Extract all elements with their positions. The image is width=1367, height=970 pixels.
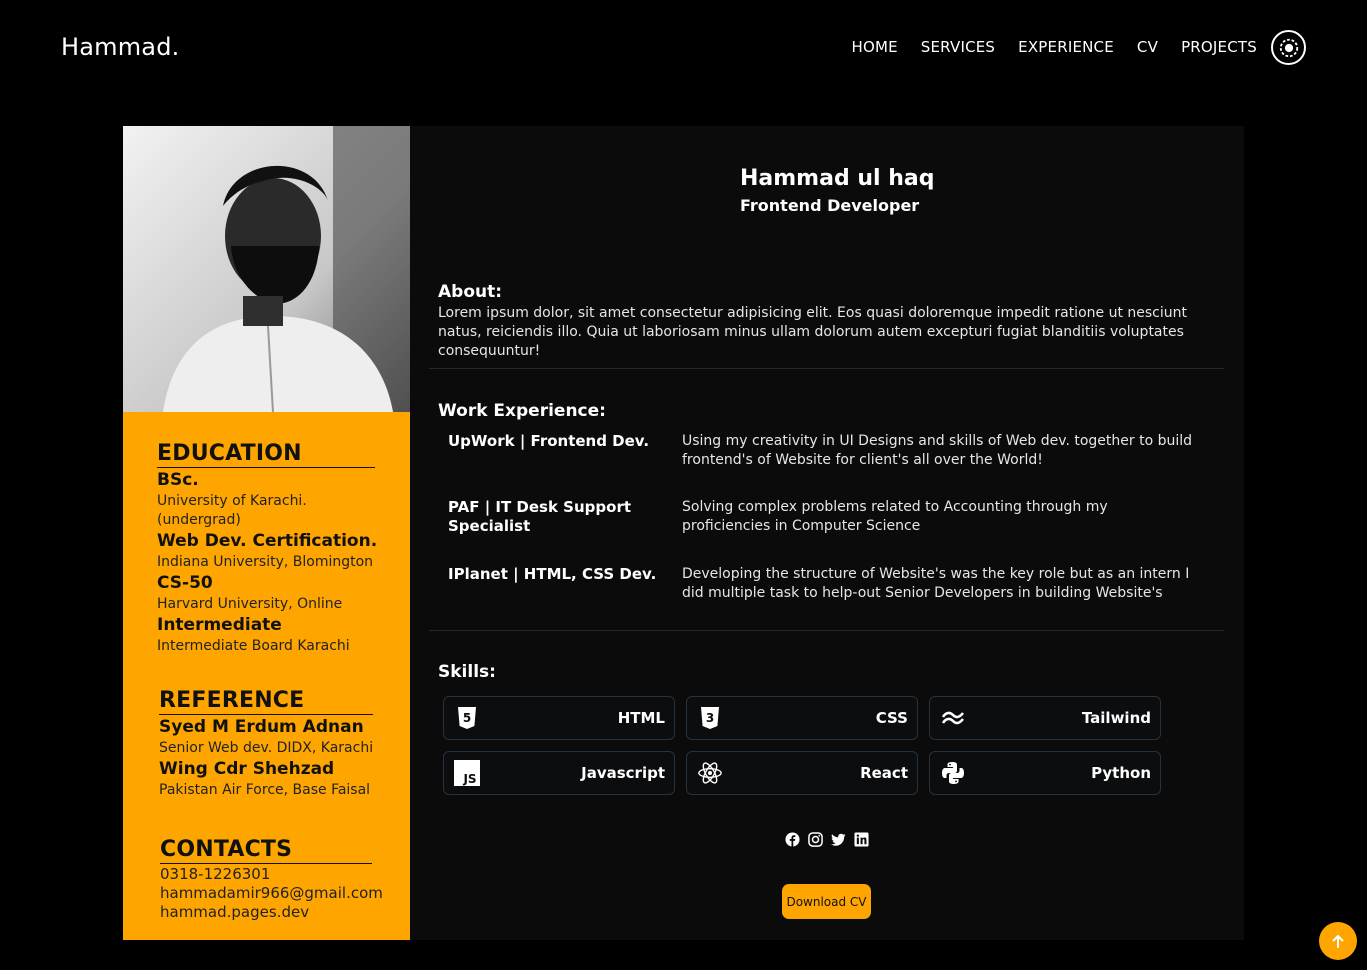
main-nav: HOME SERVICES EXPERIENCE CV PROJECTS	[828, 38, 1257, 56]
divider	[429, 630, 1224, 631]
arrow-up-icon	[1332, 935, 1344, 948]
cv-sidebar: EDUCATION BSc. University of Karachi. (u…	[123, 126, 410, 940]
reference-name: Wing Cdr Shehzad	[159, 759, 335, 779]
skill-tailwind[interactable]: Tailwind	[929, 696, 1161, 740]
skill-label: CSS	[875, 709, 908, 727]
profile-role: Frontend Developer	[740, 196, 920, 215]
skills-grid: 5 HTML 3 CSS Tailwind JS Javascript Reac…	[443, 696, 1161, 795]
education-item-detail: University of Karachi. (undergrad)	[157, 493, 307, 528]
skill-html[interactable]: 5 HTML	[443, 696, 675, 740]
contact-phone[interactable]: 0318-1226301	[160, 865, 270, 884]
python-icon	[940, 760, 966, 786]
html5-icon: 5	[454, 705, 480, 731]
react-icon	[697, 760, 723, 786]
contact-email[interactable]: hammadamir966@gmail.com	[160, 884, 383, 903]
nav-home[interactable]: HOME	[851, 38, 897, 56]
nav-cv[interactable]: CV	[1137, 38, 1158, 56]
cv-card: EDUCATION BSc. University of Karachi. (u…	[123, 126, 1244, 940]
education-item-title: Intermediate	[157, 615, 282, 635]
social-links	[785, 832, 869, 847]
profile-photo	[123, 126, 410, 412]
skill-python[interactable]: Python	[929, 751, 1161, 795]
svg-text:JS: JS	[462, 772, 476, 786]
nav-projects[interactable]: PROJECTS	[1181, 38, 1257, 56]
skill-label: HTML	[617, 709, 665, 727]
skill-react[interactable]: React	[686, 751, 918, 795]
skill-label: Python	[1091, 764, 1151, 782]
skill-label: Tailwind	[1081, 709, 1151, 727]
skill-label: Javascript	[581, 764, 665, 782]
gear-sun-icon	[1279, 38, 1298, 57]
svg-text:5: 5	[463, 711, 471, 725]
portrait-figure	[123, 126, 410, 412]
scroll-to-top-button[interactable]	[1319, 922, 1357, 960]
instagram-icon[interactable]	[808, 832, 823, 847]
education-title: EDUCATION	[157, 442, 375, 468]
download-cv-button[interactable]: Download CV	[782, 884, 871, 919]
job-description: Using my creativity in UI Designs and sk…	[682, 433, 1193, 468]
skills-title: Skills:	[438, 662, 496, 682]
education-item-detail: Intermediate Board Karachi	[157, 638, 350, 654]
reference-detail: Senior Web dev. DIDX, Karachi	[159, 740, 374, 756]
skill-label: React	[860, 764, 908, 782]
site-logo[interactable]: Hammad.	[61, 33, 179, 61]
nav-experience[interactable]: EXPERIENCE	[1018, 38, 1114, 56]
nav-services[interactable]: SERVICES	[921, 38, 995, 56]
job-title: UpWork | Frontend Dev.	[448, 432, 650, 450]
reference-title: REFERENCE	[159, 689, 373, 715]
skill-javascript[interactable]: JS Javascript	[443, 751, 675, 795]
about-text: Lorem ipsum dolor, sit amet consectetur …	[438, 305, 1187, 359]
twitter-icon[interactable]	[831, 832, 846, 847]
job-description: Developing the structure of Website's wa…	[682, 566, 1190, 601]
job-description: Solving complex problems related to Acco…	[682, 499, 1108, 534]
linkedin-icon[interactable]	[854, 832, 869, 847]
svg-text:3: 3	[706, 711, 714, 725]
theme-toggle-button[interactable]	[1271, 30, 1306, 65]
work-title: Work Experience:	[438, 401, 606, 421]
education-item-title: BSc.	[157, 470, 199, 490]
facebook-icon[interactable]	[785, 832, 800, 847]
education-item-detail: Indiana University, Blomington	[157, 554, 374, 570]
education-item-title: CS-50	[157, 573, 213, 593]
about-title: About:	[438, 282, 503, 302]
tailwind-icon	[940, 705, 966, 731]
javascript-icon: JS	[454, 760, 480, 786]
reference-name: Syed M Erdum Adnan	[159, 717, 364, 737]
css3-icon: 3	[697, 705, 723, 731]
reference-detail: Pakistan Air Force, Base Faisal	[159, 782, 371, 798]
job-title: PAF | IT Desk Support Specialist	[448, 498, 632, 535]
education-item-title: Web Dev. Certification.	[157, 531, 378, 551]
divider	[429, 368, 1224, 369]
education-item-detail: Harvard University, Online	[157, 596, 343, 612]
skill-css[interactable]: 3 CSS	[686, 696, 918, 740]
contacts-title: CONTACTS	[160, 838, 372, 864]
job-title: IPlanet | HTML, CSS Dev.	[448, 565, 657, 583]
profile-name: Hammad ul haq	[740, 166, 935, 191]
contact-website[interactable]: hammad.pages.dev	[160, 903, 309, 922]
